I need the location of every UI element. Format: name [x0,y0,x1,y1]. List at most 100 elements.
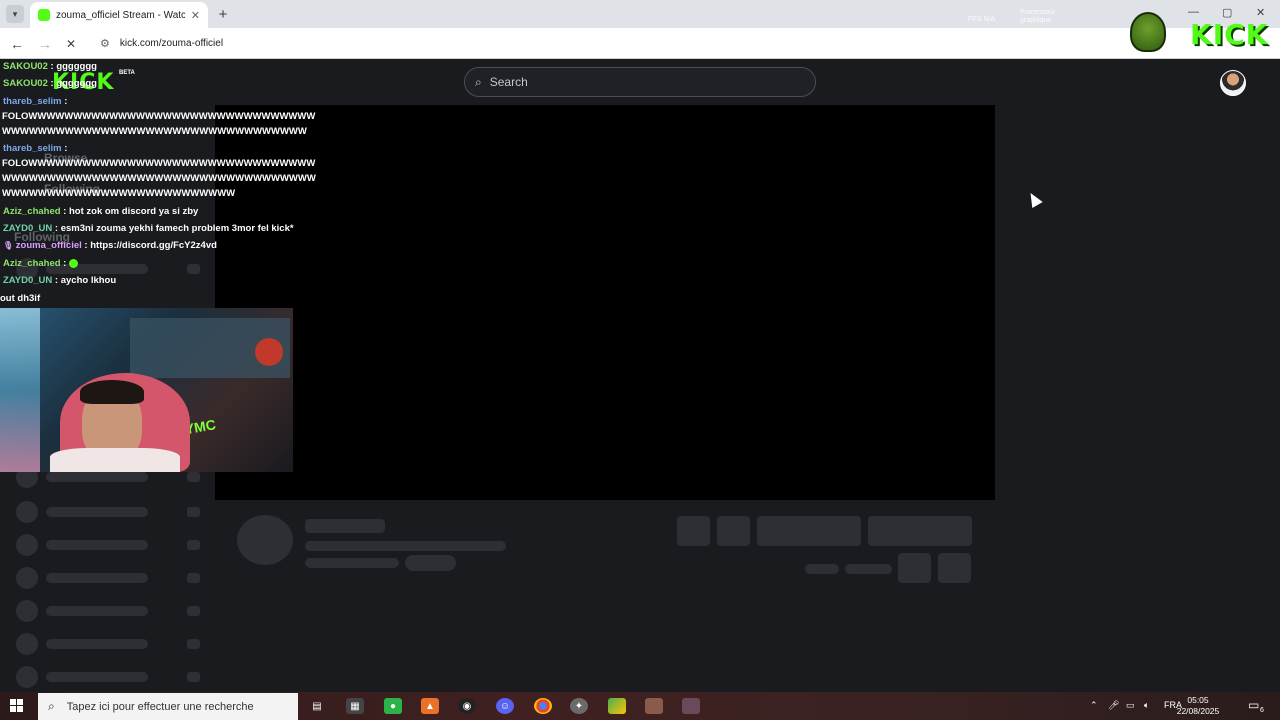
app-icon-1[interactable]: ▦ [346,698,364,714]
windows-taskbar: ⌕ Tapez ici pour effectuer une recherche… [0,692,1280,720]
share-button-skeleton [898,553,931,583]
tab-search-button[interactable]: ▾ [6,5,24,23]
site-info-icon[interactable]: ⚙ [100,37,110,50]
app-icon-2[interactable]: ● [384,698,402,714]
chat-overlay: SAKOU02 : ggggggg SAKOU02 : ggggggg thar… [0,60,325,306]
action-button-skeleton [677,516,710,546]
search-icon: ⌕ [475,74,482,89]
volume-icon[interactable]: 🔈︎ [1144,700,1149,711]
network-icon[interactable]: ▭ [1126,700,1135,711]
stream-overlay-brand: KICK [1130,8,1280,56]
obs-icon[interactable]: ◉ [458,698,476,714]
system-clock[interactable]: 05:05 22/08/2025 [1174,695,1222,717]
search-icon: ⌕ [48,699,55,713]
tab-title: zouma_officiel Stream - Watch [56,9,185,21]
game-icon-2[interactable] [682,698,700,714]
search-placeholder: Search [489,75,528,89]
tray-expand-icon[interactable]: ⌃ [1090,700,1098,711]
sidebar-skeleton-row [16,534,206,556]
notification-count: 6 [1260,707,1264,714]
emote-icon [69,258,78,268]
chat-username: ZAYD0_UN [3,275,53,286]
task-view-icon[interactable]: ▤ [308,698,326,714]
channel-avatar-skeleton [237,515,293,565]
chat-message-body: FOLOWWWWWWWWWWWWWWWWWWWWWWWWWWWWWWWWWWWW… [2,158,316,199]
chevron-down-icon: ▾ [12,8,18,19]
chat-username: ZAYD0_UN [3,223,53,234]
chat-message: Aziz_chahed : [3,256,323,271]
chat-text: : aycho lkhou [52,275,117,286]
game-icon-1[interactable] [645,698,663,714]
webcam-overlay: YMC [0,308,293,472]
back-button[interactable]: ← [8,35,26,53]
taskbar-search-input[interactable]: ⌕ Tapez ici pour effectuer une recherche [38,693,298,720]
chat-text: : esm3ni zouma yekhi famech problem 3mor… [52,223,294,234]
action-button-skeleton [717,516,750,546]
forward-button[interactable]: → [36,35,54,53]
channel-name-skeleton [305,519,385,533]
sidebar-skeleton-row [16,501,206,523]
chat-username: zouma_officiel [15,240,82,251]
overlay-gpu-label: Processeur graphique [1020,9,1056,24]
window-light [0,308,40,472]
chat-text: : hot zok om discord ya si zby [60,206,199,217]
user-avatar[interactable] [1220,70,1246,96]
chrome-icon[interactable] [534,698,552,714]
chat-message-body: out dh3if [0,293,41,304]
chat-message: thareb_selim : [3,141,323,156]
clock-time: 05:05 [1187,695,1209,705]
app-icon-4[interactable]: ✦ [570,698,588,714]
chat-message: ZAYD0_UN : esm3ni zouma yekhi famech pro… [3,221,323,236]
app-icon-3[interactable]: ▲ [421,698,439,714]
chat-message-body: FOLOWWWWWWWWWWWWWWWWWWWWWWWWWWWWWWWWWWWW… [2,111,316,137]
search-input[interactable]: ⌕ Search [464,67,816,97]
bluestacks-icon[interactable] [608,698,626,714]
notification-icon[interactable]: ▭ [1248,698,1259,712]
stop-loading-button[interactable]: ✕ [62,35,80,53]
video-player[interactable] [215,105,995,500]
taskbar-search-placeholder: Tapez ici pour effectuer une recherche [66,700,254,713]
sidebar-skeleton-row [16,567,206,589]
viewer-count-skeleton [805,564,839,574]
windows-start-icon[interactable] [10,699,24,713]
chat-text: : https://discord.gg/FcY2z4vd [81,240,217,251]
chat-message: Aziz_chahed : hot zok om discord ya si z… [3,204,323,219]
streamer-hair [80,380,144,404]
tab-close-icon[interactable]: ✕ [191,9,200,22]
chat-text: : ggggggg [47,61,97,72]
follow-button-skeleton [757,516,861,546]
streamer-shirt [50,448,180,472]
tag-skeleton [405,555,456,571]
chat-username: SAKOU02 [3,61,48,72]
chat-message: thareb_selim : [3,94,323,109]
subscribe-button-skeleton [868,516,972,546]
discord-icon[interactable]: ☺ [496,698,514,714]
chat-text: : ggggggg [47,78,97,89]
stream-title-skeleton [305,541,506,551]
chat-username: SAKOU02 [3,78,48,89]
browser-toolbar: ← → ✕ ⚙ kick.com/zouma-officiel [0,28,1280,59]
chat-username: thareb_selim [3,143,62,154]
microphone-icon[interactable]: 🎤︎ [1108,700,1119,711]
overlay-fps-label: FPS N/A [968,16,996,23]
broadcaster-badge-icon: 🎙 [3,241,14,250]
sidebar-skeleton-row [16,633,206,655]
address-bar[interactable]: ⚙ kick.com/zouma-officiel [92,32,1112,54]
sidebar-skeleton-row [16,600,206,622]
more-button-skeleton [938,553,971,583]
red-object [255,338,283,366]
mascot-avatar [1130,12,1166,52]
browser-tab-active[interactable]: zouma_officiel Stream - Watch ✕ [30,2,208,28]
uptime-skeleton [845,564,892,574]
sidebar-skeleton-row [16,666,206,688]
browser-tab-bar: ▾ zouma_officiel Stream - Watch ✕ + — ▢ … [0,0,1280,28]
kick-favicon-icon [38,9,50,21]
chat-message: SAKOU02 : ggggggg [3,76,323,91]
new-tab-button[interactable]: + [214,5,232,23]
category-skeleton [305,558,399,568]
url-text: kick.com/zouma-officiel [119,37,224,49]
chat-username: Aziz_chahed [3,206,61,217]
chat-text: : [60,258,69,269]
chat-text: : [61,143,68,154]
chat-message: 🎙 zouma_officiel : https://discord.gg/Fc… [3,238,323,253]
